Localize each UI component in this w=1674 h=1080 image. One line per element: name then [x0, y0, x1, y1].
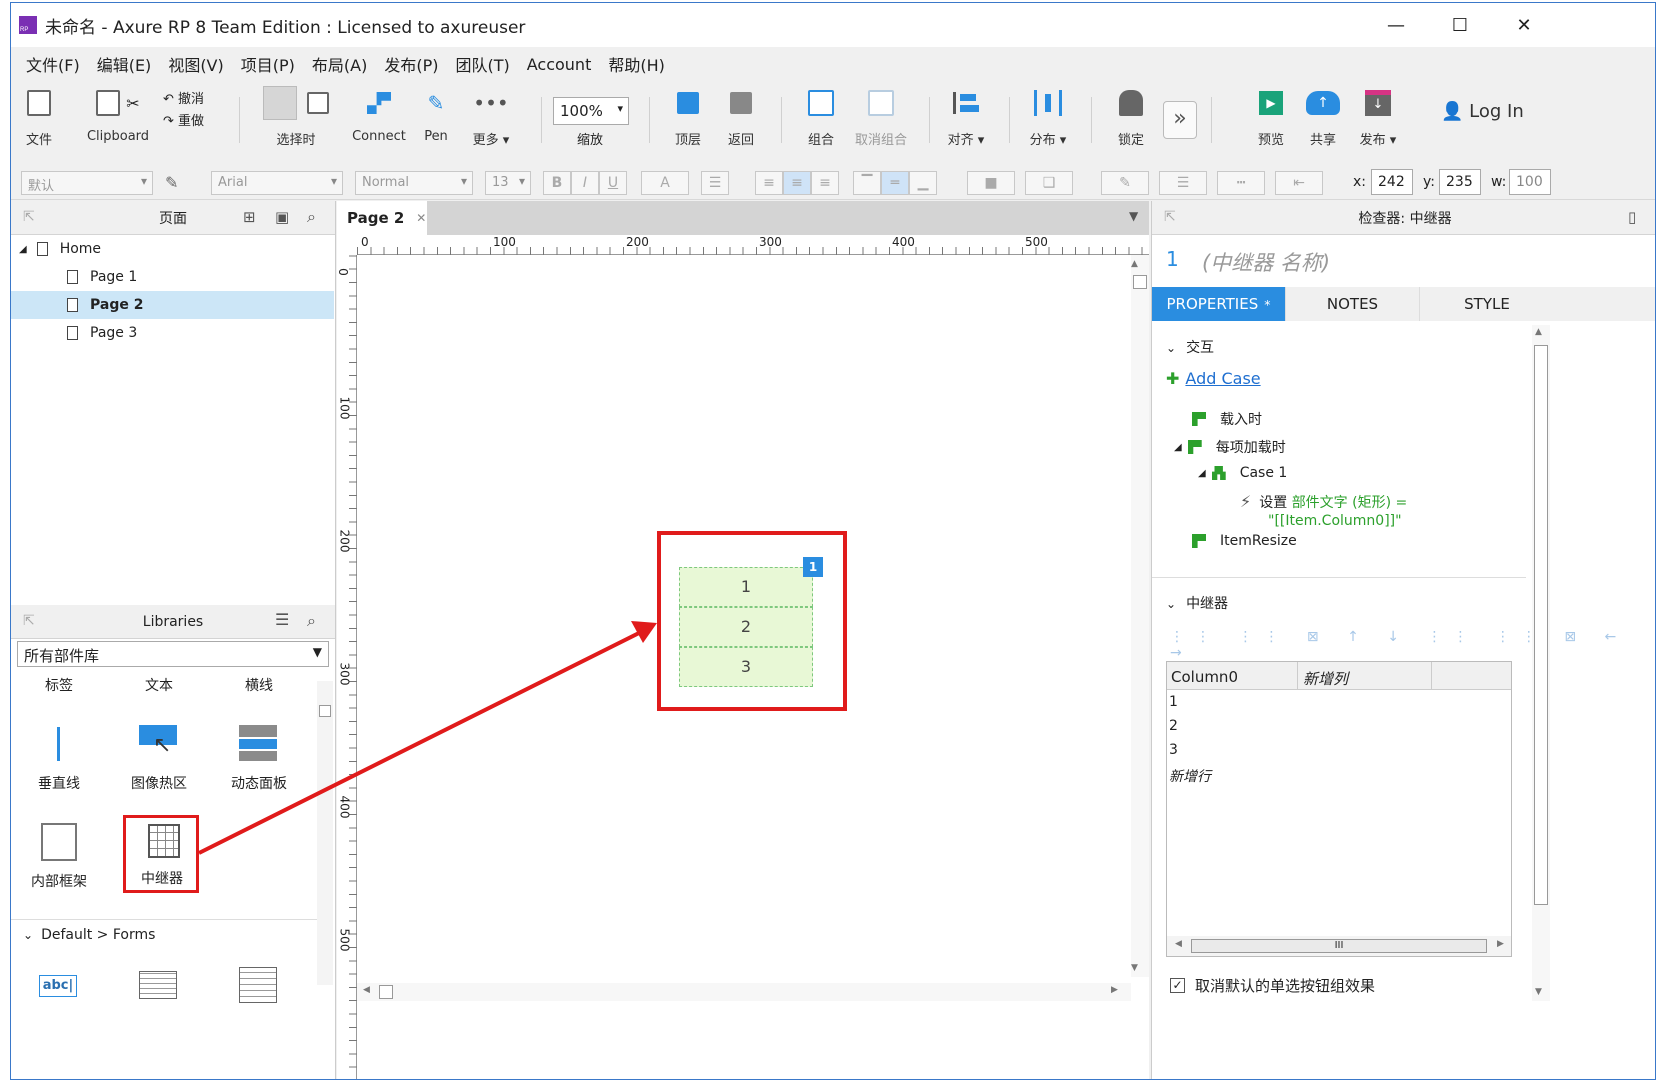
widget-name-input[interactable]: (中继器 名称) — [1202, 247, 1330, 277]
dataset-row[interactable]: 1 — [1169, 694, 1178, 710]
tab-properties[interactable]: PROPERTIES * — [1152, 287, 1286, 321]
scroll-up-icon[interactable]: ▲ — [1535, 327, 1542, 337]
event-itemresize[interactable]: ItemResize — [1192, 533, 1297, 549]
dataset-add-row[interactable]: 新增行 — [1169, 766, 1211, 786]
event-flag-icon — [1192, 534, 1206, 548]
collapse-icon[interactable]: ⇱ — [1164, 209, 1176, 225]
add-case-link[interactable]: ✚ Add Case — [1166, 369, 1261, 388]
tab-style[interactable]: STYLE — [1420, 287, 1554, 321]
widget-number: 1 — [1166, 247, 1179, 271]
scroll-down-icon[interactable]: ▼ — [1535, 987, 1542, 997]
chevron-down-icon: ⌄ — [1166, 597, 1177, 611]
lightning-icon: ⚡ — [1240, 492, 1252, 511]
event-flag-icon — [1187, 440, 1202, 454]
case-1[interactable]: ◢ Case 1 — [1198, 465, 1287, 481]
case-icon — [1211, 466, 1226, 480]
inspector-scrollbar[interactable]: ▲ ▼ — [1532, 325, 1550, 1001]
checkbox-checked-icon[interactable]: ✓ — [1170, 978, 1185, 993]
event-flag-icon — [1192, 412, 1206, 426]
scroll-thumb[interactable]: III — [1191, 939, 1487, 953]
interaction-section-header[interactable]: ⌄ 交互 — [1166, 337, 1214, 357]
dataset-grid: Column0 新增列 1 2 3 新增行 ◀ III ▶ — [1166, 661, 1512, 957]
expand-triangle-icon: ◢ — [1174, 441, 1182, 453]
dataset-toolbar[interactable]: ⋮⋮ ⋮⋮ ⊠ ↑ ↓ ⋮⋮ ⋮⋮ ⊠ ← → — [1170, 629, 1655, 661]
radio-group-checkbox[interactable]: ✓ 取消默认的单选按钮组效果 — [1170, 975, 1375, 996]
axure-window: RP 未命名 - Axure RP 8 Team Edition : Licen… — [10, 2, 1656, 1080]
expand-triangle-icon: ◢ — [1198, 467, 1206, 479]
inspector-header: ⇱ 检查器: 中继器 ▯ — [1152, 201, 1655, 235]
dataset-hscrollbar[interactable]: ◀ III ▶ — [1167, 936, 1511, 956]
event-onitemload[interactable]: ◢ 每项加载时 — [1174, 437, 1286, 457]
plus-icon: ✚ — [1166, 369, 1180, 388]
document-icon[interactable]: ▯ — [1628, 208, 1636, 226]
dataset-add-column[interactable]: 新增列 — [1303, 668, 1348, 689]
scroll-right-icon[interactable]: ▶ — [1497, 939, 1504, 949]
chevron-down-icon: ⌄ — [1166, 341, 1177, 355]
dataset-row[interactable]: 2 — [1169, 718, 1178, 734]
tab-notes[interactable]: NOTES — [1286, 287, 1420, 321]
scroll-thumb[interactable] — [1534, 345, 1548, 905]
action-set-text[interactable]: ⚡ 设置 部件文字 (矩形) = "[[Item.Column0]]" — [1240, 493, 1407, 530]
dataset-row[interactable]: 3 — [1169, 742, 1178, 758]
repeater-section-header[interactable]: ⌄ 中继器 — [1166, 593, 1228, 613]
scroll-left-icon[interactable]: ◀ — [1175, 939, 1182, 949]
event-onload[interactable]: 载入时 — [1192, 409, 1262, 429]
inspector-panel: ⇱ 检查器: 中继器 ▯ 1 (中继器 名称) PROPERTIES * NOTE… — [1151, 201, 1655, 1079]
dataset-column-header[interactable]: Column0 — [1171, 668, 1238, 686]
